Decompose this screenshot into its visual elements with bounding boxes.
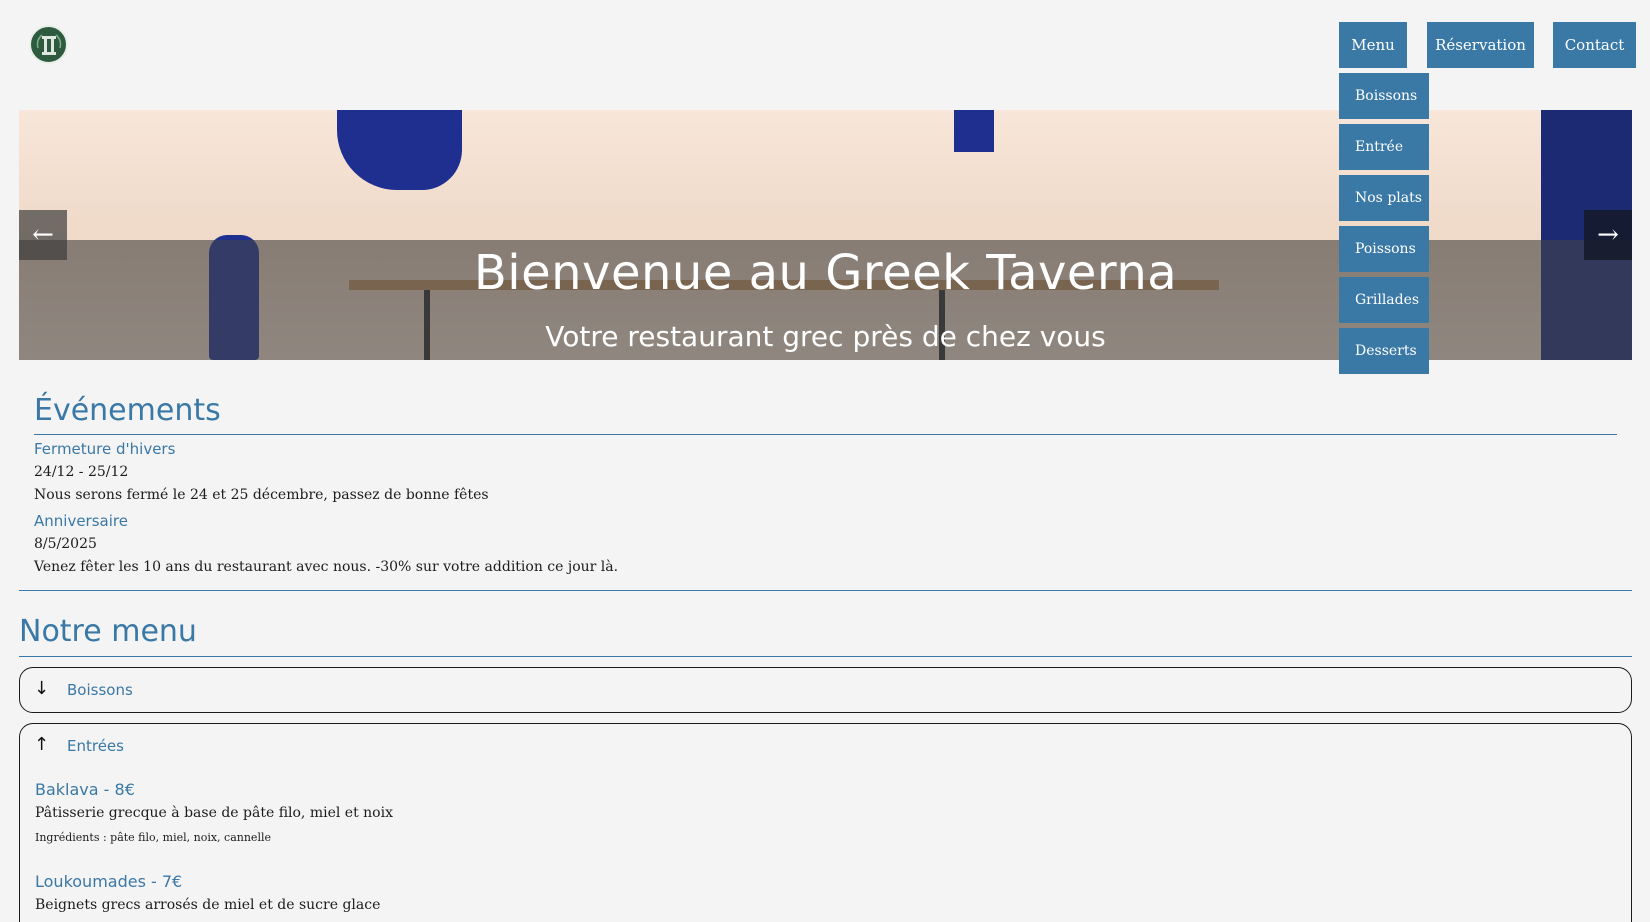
- dish-name: Loukoumades - 7€: [35, 872, 183, 891]
- arrow-down-icon: ↓: [34, 678, 50, 699]
- dropdown-item-poissons[interactable]: Poissons: [1339, 226, 1429, 272]
- accordion-boissons[interactable]: ↓ Boissons: [19, 667, 1632, 713]
- arrow-left-icon: ←: [32, 220, 54, 250]
- dish-description: Pâtisserie grecque à base de pâte filo, …: [35, 805, 393, 821]
- dish-ingredients: Ingrédients : pâte filo, miel, noix, can…: [35, 831, 271, 844]
- nav-menu-button[interactable]: Menu: [1339, 22, 1407, 68]
- dropdown-item-grillades[interactable]: Grillades: [1339, 277, 1429, 323]
- dropdown-item-desserts[interactable]: Desserts: [1339, 328, 1429, 374]
- nav-reservation-button[interactable]: Réservation: [1427, 22, 1534, 68]
- dropdown-item-boissons[interactable]: Boissons: [1339, 73, 1429, 119]
- events-title-rule: [34, 434, 1617, 435]
- dish-description: Beignets grecs arrosés de miel et de suc…: [35, 897, 381, 913]
- hero-deco-shade: [954, 110, 994, 152]
- arrow-up-icon: ↑: [34, 734, 50, 755]
- carousel-prev-button[interactable]: ←: [19, 210, 67, 260]
- menu-title-rule: [19, 656, 1632, 657]
- logo[interactable]: [29, 25, 68, 64]
- dish-name: Baklava - 8€: [35, 780, 135, 799]
- event-name: Fermeture d'hivers: [34, 440, 176, 458]
- accordion-label: Boissons: [67, 681, 133, 699]
- carousel-next-button[interactable]: →: [1584, 210, 1632, 260]
- nav-contact-button[interactable]: Contact: [1553, 22, 1636, 68]
- events-title: Événements: [34, 393, 221, 428]
- arrow-right-icon: →: [1597, 220, 1619, 250]
- event-text: Venez fêter les 10 ans du restaurant ave…: [34, 559, 619, 575]
- accordion-label: Entrées: [67, 737, 124, 755]
- greek-column-logo-icon: [36, 33, 61, 55]
- events-bottom-rule: [19, 590, 1632, 591]
- event-text: Nous serons fermé le 24 et 25 décembre, …: [34, 487, 489, 503]
- dropdown-item-nos-plats[interactable]: Nos plats: [1339, 175, 1429, 221]
- event-date: 24/12 - 25/12: [34, 464, 129, 480]
- menu-title: Notre menu: [19, 614, 197, 649]
- accordion-entrees[interactable]: ↑ Entrées Baklava - 8€ Pâtisserie grecqu…: [19, 723, 1632, 922]
- dropdown-item-entree[interactable]: Entrée: [1339, 124, 1429, 170]
- event-date: 8/5/2025: [34, 536, 97, 552]
- event-name: Anniversaire: [34, 512, 128, 530]
